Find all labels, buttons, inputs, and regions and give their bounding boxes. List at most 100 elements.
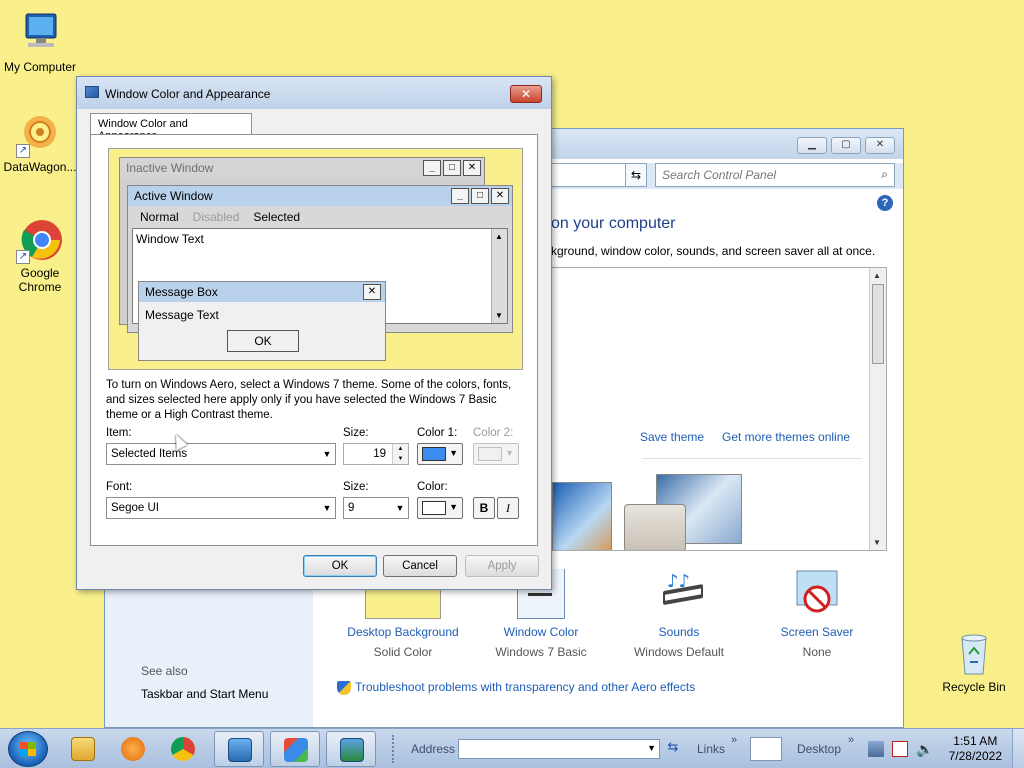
chrome-icon: ↗: [16, 216, 64, 264]
sounds-item[interactable]: ♪♪ Sounds Windows Default: [609, 569, 749, 659]
font-select-value: Segoe UI: [111, 502, 159, 514]
screen-saver-item[interactable]: Screen Saver None: [747, 569, 887, 659]
chrome-icon: [171, 737, 195, 761]
taskbar-personalize[interactable]: [326, 731, 376, 767]
desktop-toolbar-label[interactable]: Desktop: [797, 742, 841, 756]
pen-icon[interactable]: [750, 737, 782, 761]
themes-list[interactable]: Save theme Get more themes online ▲ ▼: [551, 267, 887, 551]
cancel-button[interactable]: Cancel: [383, 555, 457, 577]
troubleshoot-link[interactable]: Troubleshoot problems with transparency …: [337, 680, 695, 695]
taskbar-control-panel[interactable]: [214, 731, 264, 767]
shortcut-arrow-icon: ↗: [16, 250, 30, 264]
appearance-preview[interactable]: Inactive Window _ □ ✕ Active Window _ □ …: [108, 148, 523, 370]
search-input[interactable]: Search Control Panel ⌕: [655, 163, 895, 187]
minimize-icon: _: [451, 188, 469, 204]
links-chevron-icon[interactable]: »: [731, 734, 737, 746]
chevron-down-icon: ▼: [505, 448, 514, 458]
preview-window-text[interactable]: Window Text: [133, 229, 507, 249]
chevron-down-icon[interactable]: ▼: [647, 743, 656, 753]
minimize-button[interactable]: ▁: [797, 137, 827, 154]
color2-picker[interactable]: ▼: [473, 443, 519, 465]
ok-button[interactable]: OK: [303, 555, 377, 577]
preview-msgbox-text[interactable]: Message Text: [145, 308, 219, 322]
item-title[interactable]: Screen Saver: [747, 625, 887, 639]
item-select[interactable]: Selected Items ▼: [106, 443, 336, 465]
desktop-icon-datawagon[interactable]: ↗ DataWagon...: [0, 110, 80, 174]
go-button[interactable]: ⇆: [662, 739, 684, 759]
start-button[interactable]: [8, 731, 48, 767]
size-stepper[interactable]: 19 ▲ ▼: [343, 443, 409, 465]
preview-message-box[interactable]: Message Box ✕ Message Text OK: [138, 281, 386, 361]
item-title[interactable]: Window Color: [471, 625, 611, 639]
save-theme-link[interactable]: Save theme: [640, 430, 704, 444]
item-value: None: [802, 645, 832, 659]
item-value: Windows 7 Basic: [495, 645, 587, 659]
desktop-icon-my-computer[interactable]: My Computer: [0, 10, 80, 74]
media-player-icon: [121, 737, 145, 761]
taskbar-start-menu-link[interactable]: Taskbar and Start Menu: [141, 687, 268, 701]
spin-up-icon[interactable]: ▲: [393, 444, 408, 454]
maximize-button[interactable]: ▢: [831, 137, 861, 154]
system-clock[interactable]: 1:51 AM 7/28/2022: [949, 734, 1002, 764]
color2-label: Color 2:: [473, 427, 514, 439]
desktop-icon-recycle-bin[interactable]: Recycle Bin: [934, 630, 1014, 694]
scroll-up-icon[interactable]: ▲: [873, 271, 881, 280]
item-title[interactable]: Desktop Background: [333, 625, 473, 639]
spin-down-icon[interactable]: ▼: [393, 454, 408, 464]
action-center-icon[interactable]: [892, 741, 908, 757]
show-desktop-button[interactable]: [1012, 729, 1024, 768]
see-also-heading: See also: [141, 664, 188, 678]
desktop-icon-chrome[interactable]: ↗ Google Chrome: [0, 216, 80, 294]
chevron-down-icon[interactable]: ▼: [319, 444, 335, 464]
troubleshoot-link-label[interactable]: Troubleshoot problems with transparency …: [355, 680, 695, 694]
item-value: Windows Default: [633, 645, 725, 659]
dialog-titlebar[interactable]: Window Color and Appearance ✕: [77, 77, 551, 109]
menu-item-selected[interactable]: Selected: [247, 208, 308, 226]
preview-msgbox-ok-button[interactable]: OK: [227, 330, 299, 352]
color1-picker[interactable]: ▼: [417, 443, 463, 465]
apply-button[interactable]: Apply: [465, 555, 539, 577]
chevron-down-icon[interactable]: ▼: [319, 498, 335, 518]
computer-icon: [16, 10, 64, 58]
close-button[interactable]: ✕: [865, 137, 895, 154]
chevron-down-icon[interactable]: ▼: [392, 498, 408, 518]
network-icon[interactable]: [868, 741, 884, 757]
theme-thumbnail[interactable]: [624, 504, 686, 550]
help-icon[interactable]: ?: [877, 195, 893, 211]
taskbar-display-settings[interactable]: [270, 731, 320, 767]
menu-item-disabled[interactable]: Disabled: [187, 208, 248, 226]
italic-button[interactable]: I: [497, 497, 519, 519]
page-title: on your computer: [551, 215, 676, 232]
taskbar-address-input[interactable]: ▼: [458, 739, 660, 759]
taskbar-media-player[interactable]: [108, 731, 158, 767]
item-title[interactable]: Sounds: [609, 625, 749, 639]
volume-icon[interactable]: 🔈: [916, 741, 933, 757]
search-icon[interactable]: ⌕: [881, 167, 888, 182]
desktop-icon-label: Google Chrome: [18, 266, 62, 294]
links-toolbar-label[interactable]: Links: [697, 742, 725, 756]
taskbar-chrome[interactable]: [158, 731, 208, 767]
font-select[interactable]: Segoe UI ▼: [106, 497, 336, 519]
tab-window-color-appearance[interactable]: Window Color and Appearance: [90, 113, 252, 142]
desktop-chevron-icon[interactable]: »: [848, 734, 854, 746]
aero-info-text: To turn on Windows Aero, select a Window…: [106, 379, 512, 421]
themes-scrollbar[interactable]: ▲ ▼: [869, 268, 886, 550]
taskbar-explorer[interactable]: [58, 731, 108, 767]
toolbar-grip[interactable]: [392, 735, 396, 763]
window-color-appearance-dialog[interactable]: Window Color and Appearance ✕ Window Col…: [76, 76, 552, 590]
scroll-down-icon[interactable]: ▼: [873, 538, 881, 547]
font-size-select[interactable]: 9 ▼: [343, 497, 409, 519]
menu-item-normal[interactable]: Normal: [134, 208, 187, 226]
get-more-themes-link[interactable]: Get more themes online: [722, 430, 850, 444]
refresh-button[interactable]: ⇆: [625, 163, 647, 187]
sounds-icon: ♪♪: [641, 569, 717, 619]
theme-thumbnail[interactable]: [552, 482, 612, 550]
close-button[interactable]: ✕: [510, 85, 542, 103]
font-color-picker[interactable]: ▼: [417, 497, 463, 519]
preview-scrollbar[interactable]: ▲ ▼: [491, 229, 507, 323]
bold-button[interactable]: B: [473, 497, 495, 519]
font-label: Font:: [106, 481, 133, 493]
explorer-icon: [71, 737, 95, 761]
maximize-icon: □: [443, 160, 461, 176]
scroll-thumb[interactable]: [872, 284, 884, 364]
